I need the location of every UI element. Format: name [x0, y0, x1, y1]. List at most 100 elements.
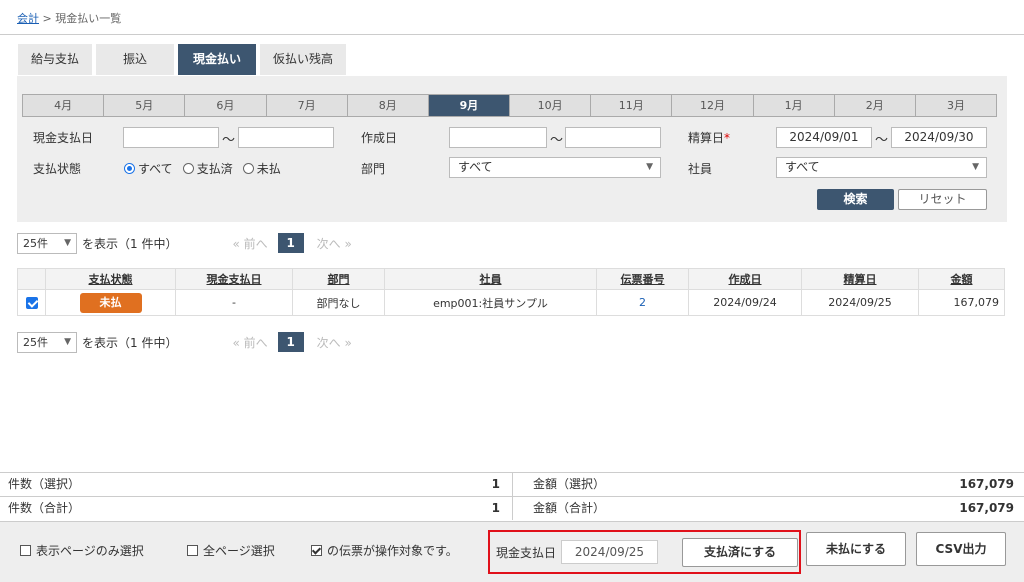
created-date-to-input[interactable] — [565, 127, 661, 148]
slip-number-cell: 2 — [596, 289, 689, 316]
month-dec[interactable]: 12月 — [672, 95, 754, 116]
mark-paid-button[interactable]: 支払済にする — [682, 538, 798, 567]
dept-select[interactable]: すべて ▼ — [449, 157, 661, 178]
checkbox-icon — [187, 545, 198, 556]
month-nov[interactable]: 11月 — [591, 95, 673, 116]
target-note-text: の伝票が操作対象です。 — [327, 544, 458, 558]
settle-date-from-input[interactable]: 2024/09/01 — [776, 127, 872, 148]
month-may[interactable]: 5月 — [104, 95, 186, 116]
required-mark: * — [724, 131, 731, 145]
settle-date-to-input[interactable]: 2024/09/30 — [891, 127, 987, 148]
month-apr[interactable]: 4月 — [23, 95, 105, 116]
radio-dot-icon — [182, 163, 194, 174]
month-oct[interactable]: 10月 — [510, 95, 592, 116]
status-all-radio[interactable]: すべて — [124, 160, 173, 177]
amount-cell: 167,079 — [918, 289, 1005, 316]
prev-page-link[interactable]: « 前へ — [232, 235, 267, 252]
dept-select-value: すべて — [458, 160, 493, 174]
cash-date-from-input[interactable] — [123, 127, 219, 148]
settle-date-label: 精算日* — [688, 129, 730, 146]
target-note: の伝票が操作対象です。 — [311, 542, 458, 559]
radio-dot-icon — [124, 163, 135, 174]
row-select-cell — [17, 289, 46, 316]
footer-cash-date-label: 現金支払日 — [496, 546, 557, 560]
per-page-select[interactable]: 25件 ▼ — [17, 232, 77, 254]
cash-date-label: 現金支払日 — [33, 131, 94, 145]
current-page[interactable]: 1 — [277, 332, 304, 352]
column-header-employee[interactable]: 社員 — [384, 268, 597, 290]
month-mar[interactable]: 3月 — [916, 95, 996, 116]
count-total-label: 件数（合計） — [8, 501, 81, 515]
created-date-label: 作成日 — [361, 131, 398, 145]
month-jun[interactable]: 6月 — [185, 95, 267, 116]
summary-total-row: 件数（合計） 1 金額（合計） 167,079 — [0, 496, 1024, 520]
table-header-row: 支払状態 現金支払日 部門 社員 伝票番号 作成日 精算日 金額 — [17, 268, 1005, 290]
amount-selected-label: 金額（選択） — [533, 477, 606, 491]
month-feb[interactable]: 2月 — [835, 95, 916, 116]
next-page-link[interactable]: 次へ » — [317, 235, 352, 252]
prev-page-link[interactable]: « 前へ — [232, 334, 267, 351]
column-header-amount[interactable]: 金額 — [918, 268, 1005, 290]
radio-dot-icon — [242, 163, 254, 174]
column-header-settled[interactable]: 精算日 — [801, 268, 919, 290]
breadcrumb-separator: > — [42, 12, 52, 25]
reset-button[interactable]: リセット — [898, 189, 987, 210]
breadcrumb-current: 現金払い一覧 — [55, 12, 122, 25]
month-aug[interactable]: 8月 — [348, 95, 429, 116]
all-pages-checkbox[interactable]: 全ページ選択 — [187, 542, 275, 559]
search-button[interactable]: 検索 — [817, 189, 894, 210]
cash-date-tilde: 〜 — [222, 133, 236, 148]
per-page-select-bottom[interactable]: 25件 ▼ — [17, 331, 77, 353]
month-jan[interactable]: 1月 — [754, 95, 835, 116]
next-page-link[interactable]: 次へ » — [317, 334, 352, 351]
tab-cash[interactable]: 現金払い — [178, 44, 257, 75]
status-label: 支払状態 — [33, 162, 82, 176]
per-page-value: 25件 — [23, 335, 48, 349]
settle-date-tilde: 〜 — [875, 133, 889, 148]
status-radio-group: すべて 支払済 未払 — [124, 160, 281, 177]
status-paid-radio[interactable]: 支払済 — [182, 160, 233, 177]
filter-panel: 4月 5月 6月 7月 8月 9月 10月 11月 12月 1月 2月 3月 現… — [17, 76, 1007, 222]
created-date-from-input[interactable] — [449, 127, 547, 148]
column-header-dept[interactable]: 部門 — [292, 268, 385, 290]
chevron-down-icon: ▼ — [646, 162, 653, 172]
status-unpaid-radio[interactable]: 未払 — [242, 160, 281, 177]
tab-advance-balance[interactable]: 仮払い残高 — [260, 44, 347, 75]
status-paid-label: 支払済 — [196, 162, 233, 176]
pager-top: 25件 ▼ を表示（1 件中） « 前へ 1 次へ » — [17, 232, 352, 254]
csv-export-button[interactable]: CSV出力 — [916, 532, 1006, 566]
employee-select[interactable]: すべて ▼ — [776, 157, 987, 178]
column-header-created[interactable]: 作成日 — [688, 268, 802, 290]
status-unpaid-label: 未払 — [256, 162, 281, 176]
column-header-status[interactable]: 支払状態 — [45, 268, 176, 290]
mark-unpaid-button[interactable]: 未払にする — [806, 532, 906, 566]
month-jul[interactable]: 7月 — [267, 95, 348, 116]
status-all-label: すべて — [138, 162, 173, 176]
select-column-header — [17, 268, 46, 290]
column-header-slip-number[interactable]: 伝票番号 — [596, 268, 689, 290]
count-total-value: 1 — [491, 501, 500, 515]
row-checkbox[interactable] — [25, 297, 38, 309]
all-pages-label: 全ページ選択 — [203, 544, 275, 558]
month-sep[interactable]: 9月 — [428, 95, 511, 116]
page-only-label: 表示ページのみ選択 — [36, 544, 144, 558]
page-only-checkbox[interactable]: 表示ページのみ選択 — [20, 542, 144, 559]
tab-transfer[interactable]: 振込 — [96, 44, 175, 75]
status-badge: 未払 — [79, 292, 142, 313]
current-page[interactable]: 1 — [277, 233, 304, 253]
pager-bottom: 25件 ▼ を表示（1 件中） « 前へ 1 次へ » — [17, 331, 352, 353]
created-cell: 2024/09/24 — [688, 289, 802, 316]
cash-date-to-input[interactable] — [238, 127, 334, 148]
pager-info: を表示（1 件中） — [82, 236, 178, 251]
employee-label: 社員 — [688, 162, 713, 176]
created-date-tilde: 〜 — [550, 133, 564, 148]
column-header-cash-date[interactable]: 現金支払日 — [175, 268, 293, 290]
highlighted-action-group: 現金支払日 2024/09/25 支払済にする — [488, 530, 801, 574]
footer-cash-date-input[interactable]: 2024/09/25 — [561, 540, 658, 564]
checkbox-icon — [20, 545, 31, 556]
count-selected-value: 1 — [491, 477, 500, 491]
table-row[interactable]: 未払 - 部門なし emp001:社員サンプル 2 2024/09/24 202… — [17, 289, 1005, 316]
slip-number-link[interactable]: 2 — [639, 296, 646, 309]
tab-salary[interactable]: 給与支払 — [18, 44, 93, 75]
breadcrumb-root-link[interactable]: 会計 — [17, 12, 39, 25]
